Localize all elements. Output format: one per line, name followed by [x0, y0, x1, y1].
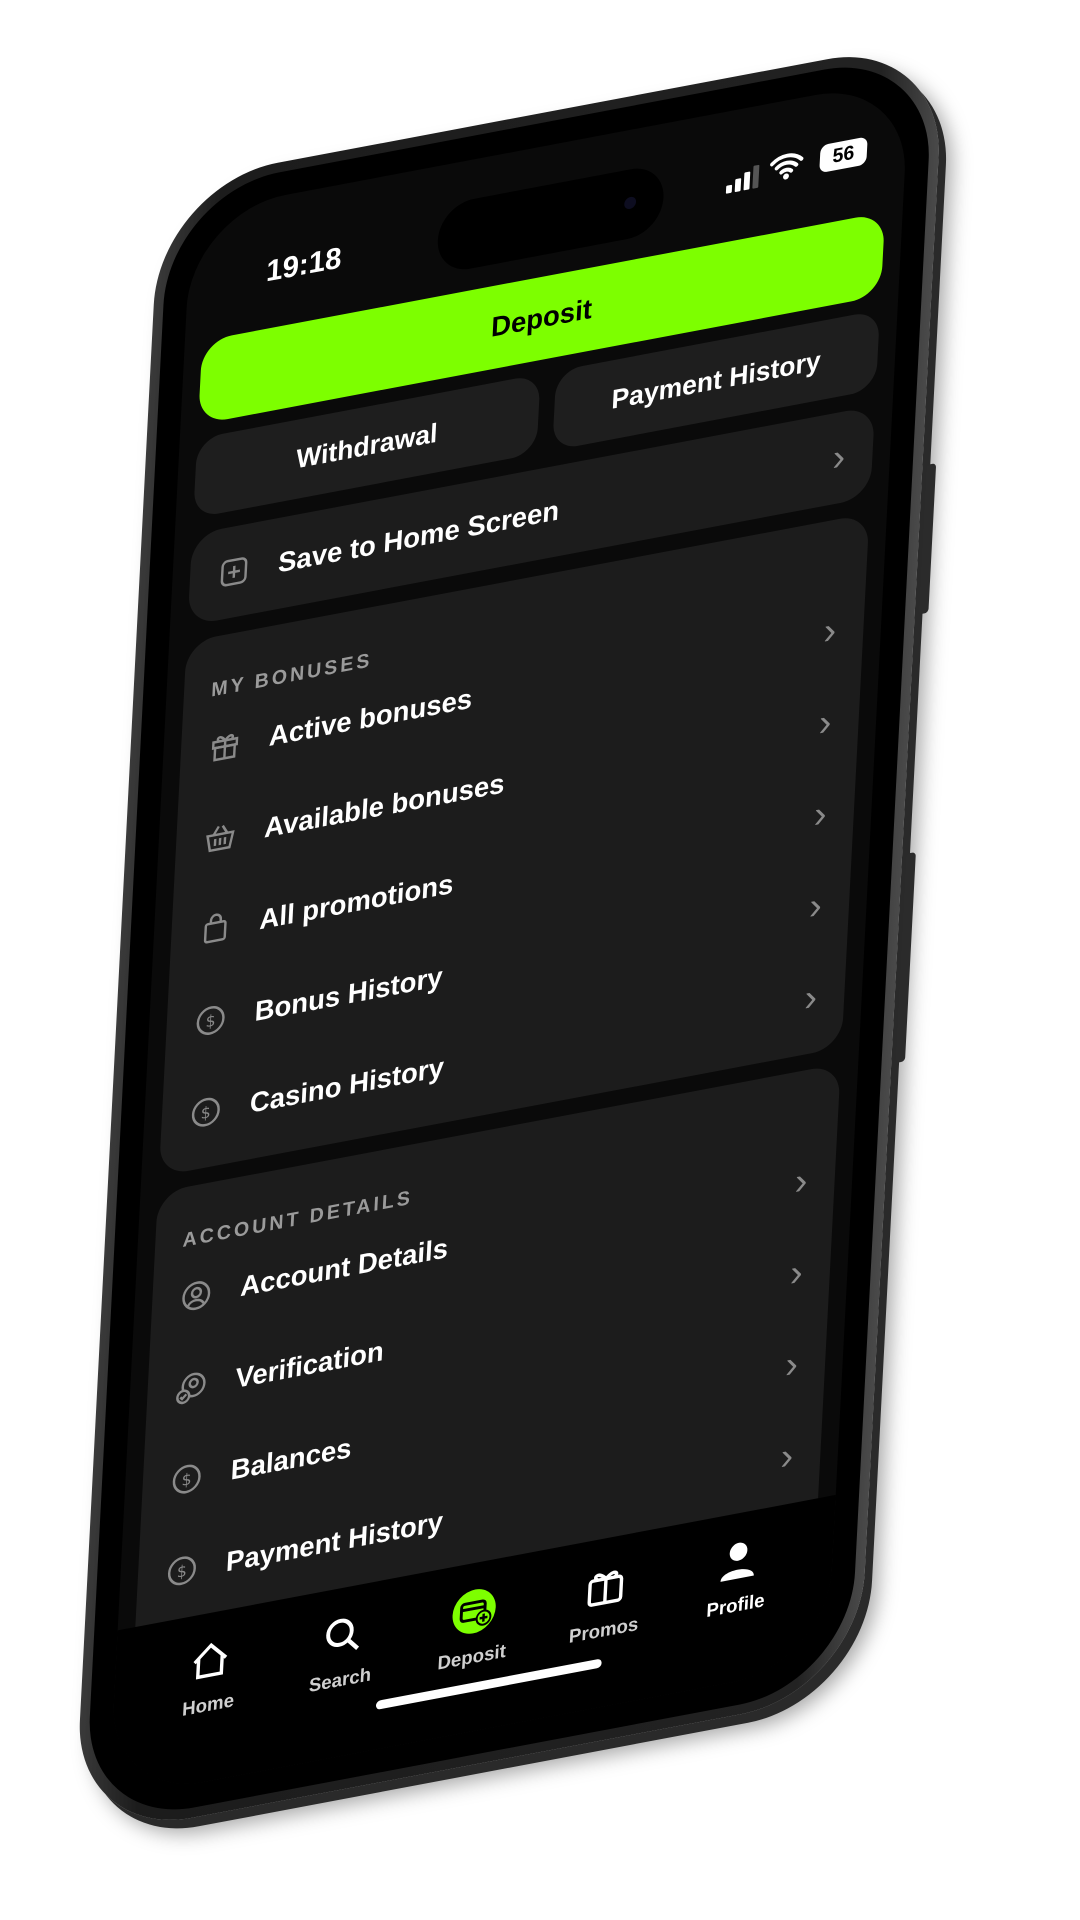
user-circle-icon — [179, 1276, 214, 1316]
gift-icon — [583, 1560, 629, 1617]
signal-icon — [725, 164, 760, 194]
svg-text:$: $ — [176, 1561, 187, 1582]
svg-text:$: $ — [205, 1011, 216, 1032]
chevron-right-icon: › — [831, 435, 847, 480]
card-plus-icon — [450, 1584, 498, 1643]
nav-label: Home — [181, 1690, 235, 1721]
basket-icon — [203, 817, 238, 857]
dollar-icon: $ — [188, 1092, 223, 1132]
gift-icon — [207, 725, 242, 765]
dynamic-island — [436, 162, 666, 276]
person-icon — [715, 1535, 761, 1592]
chevron-right-icon: › — [793, 1159, 809, 1204]
side-button — [918, 463, 937, 615]
chevron-right-icon: › — [822, 609, 838, 654]
wifi-icon — [770, 153, 804, 180]
nav-profile[interactable]: Profile — [678, 1503, 795, 1693]
nav-label: Profile — [705, 1590, 766, 1623]
phone-bezel: 19:18 56 Deposit Withdrawal Payment Hist… — [84, 48, 935, 1829]
svg-text:$: $ — [200, 1102, 211, 1123]
chevron-right-icon: › — [803, 976, 819, 1021]
chevron-right-icon: › — [789, 1251, 804, 1296]
nav-label: Deposit — [436, 1640, 507, 1675]
bonuses-card: MY BONUSES Active bonuses › Available bonu… — [158, 513, 870, 1177]
dollar-icon: $ — [169, 1459, 204, 1499]
phone-mockup: 19:18 56 Deposit Withdrawal Payment Hist… — [73, 37, 945, 1841]
user-check-icon — [174, 1367, 209, 1407]
chevron-right-icon: › — [784, 1342, 799, 1388]
chevron-right-icon: › — [817, 700, 833, 746]
chevron-right-icon: › — [779, 1434, 795, 1479]
dollar-icon: $ — [164, 1551, 199, 1591]
search-icon — [319, 1609, 365, 1666]
battery-indicator: 56 — [819, 136, 868, 174]
camera — [623, 195, 637, 211]
chevron-right-icon: › — [808, 884, 823, 929]
bag-icon — [198, 909, 233, 949]
home-icon — [188, 1634, 234, 1691]
status-time: 19:18 — [265, 241, 343, 289]
nav-promos[interactable]: Promos — [546, 1528, 663, 1718]
plus-square-icon — [216, 552, 251, 592]
nav-deposit[interactable]: Deposit — [414, 1552, 531, 1742]
svg-text:$: $ — [181, 1469, 192, 1490]
nav-label: Search — [308, 1664, 372, 1698]
nav-search[interactable]: Search — [282, 1577, 399, 1767]
nav-home[interactable]: Home — [150, 1602, 267, 1792]
dollar-icon: $ — [193, 1000, 228, 1040]
side-button — [895, 851, 916, 1064]
screen: 19:18 56 Deposit Withdrawal Payment Hist… — [108, 77, 910, 1800]
chevron-right-icon: › — [813, 792, 828, 837]
nav-label: Promos — [568, 1613, 639, 1649]
